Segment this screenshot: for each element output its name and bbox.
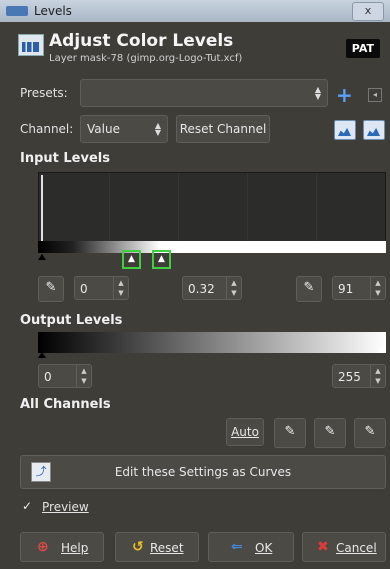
dialog-title: Adjust Color Levels [49, 31, 234, 51]
input-black-handle[interactable] [38, 254, 46, 260]
ok-icon: ⇐ [231, 539, 243, 555]
white-point-picker-icon[interactable]: ✎ [296, 276, 322, 302]
preview-label[interactable]: Preview [42, 500, 89, 514]
app-icon [6, 6, 28, 16]
input-high-spinner[interactable]: 91 ▲ ▼ [332, 276, 386, 300]
window-title: Levels [34, 4, 72, 18]
pick-black-point-icon[interactable]: ✎ [274, 418, 306, 448]
dialog-header: Adjust Color Levels Layer mask-78 (gimp.… [0, 22, 390, 72]
pick-gray-point-icon[interactable]: ✎ [314, 418, 346, 448]
help-icon: ⊕ [37, 539, 49, 555]
preview-checkbox[interactable]: ✓ [22, 500, 34, 512]
black-point-picker-icon[interactable]: ✎ [38, 276, 64, 302]
input-white-handle[interactable]: ▲ [152, 250, 171, 269]
input-gamma-spinner[interactable]: 0.32 ▲ ▼ [182, 276, 242, 300]
input-gamma-handle[interactable]: ▲ [122, 250, 141, 269]
dialog-subtitle: Layer mask-78 (gimp.org-Logo-Tut.xcf) [49, 53, 243, 64]
combo-arrows-icon: ▲ ▼ [154, 121, 161, 137]
window-titlebar: Levels x [0, 0, 390, 22]
presets-label: Presets: [20, 86, 68, 100]
presets-combo[interactable]: ▲ ▼ [80, 79, 328, 107]
cancel-label: Cancel [336, 541, 377, 555]
reset-label: Reset [150, 541, 184, 555]
histogram [38, 172, 386, 242]
spin-arrows-icon[interactable]: ▲ ▼ [113, 277, 128, 299]
output-white-handle[interactable] [378, 346, 386, 352]
cancel-button[interactable]: ✖ Cancel [302, 532, 386, 562]
channel-combo[interactable]: Value ▲ ▼ [80, 115, 168, 143]
edit-as-curves-label: Edit these Settings as Curves [114, 465, 292, 479]
input-gradient-bar[interactable] [38, 241, 386, 253]
input-gamma-value: 0.32 [188, 282, 215, 296]
output-levels-heading: Output Levels [20, 313, 123, 328]
input-levels-heading: Input Levels [20, 151, 110, 166]
input-low-value: 0 [80, 282, 88, 296]
ok-button[interactable]: ⇐ OK [208, 532, 294, 562]
output-low-value: 0 [44, 370, 52, 384]
preset-menu-icon[interactable]: ◂ [368, 88, 382, 102]
edit-as-curves-button[interactable]: ⤴ Edit these Settings as Curves [20, 455, 386, 489]
help-button[interactable]: ⊕ Help [20, 532, 104, 562]
ok-label: OK [255, 541, 273, 555]
close-button[interactable]: x [352, 2, 384, 21]
spin-arrows-icon[interactable]: ▲ ▼ [370, 277, 385, 299]
output-high-value: 255 [338, 370, 361, 384]
output-gradient-bar[interactable] [38, 332, 386, 353]
spin-arrows-icon[interactable]: ▲ ▼ [76, 365, 91, 387]
reset-button[interactable]: ↺ Reset [115, 532, 199, 562]
cancel-icon: ✖ [317, 539, 329, 555]
reset-icon: ↺ [132, 539, 144, 555]
reset-channel-button[interactable]: Reset Channel [176, 115, 270, 143]
log-histogram-icon[interactable] [363, 120, 385, 140]
channel-label: Channel: [20, 122, 74, 136]
image-badge: PAT [345, 39, 380, 58]
pick-white-point-icon[interactable]: ✎ [354, 418, 386, 448]
combo-arrows-icon: ▲ ▼ [314, 85, 321, 101]
output-high-spinner[interactable]: 255 ▲ ▼ [332, 364, 386, 388]
linear-histogram-icon[interactable] [334, 120, 356, 140]
input-low-spinner[interactable]: 0 ▲ ▼ [74, 276, 129, 300]
output-black-handle[interactable] [38, 352, 46, 358]
auto-button[interactable]: Auto [226, 418, 264, 446]
input-high-value: 91 [338, 282, 354, 296]
spin-arrows-icon[interactable]: ▲ ▼ [226, 277, 241, 299]
add-preset-icon[interactable]: + [336, 83, 353, 107]
spin-arrows-icon[interactable]: ▲ ▼ [370, 365, 385, 387]
channel-value: Value [87, 122, 120, 136]
levels-icon [18, 34, 44, 56]
help-label: Help [61, 541, 89, 555]
output-low-spinner[interactable]: 0 ▲ ▼ [38, 364, 92, 388]
all-channels-heading: All Channels [20, 397, 111, 412]
